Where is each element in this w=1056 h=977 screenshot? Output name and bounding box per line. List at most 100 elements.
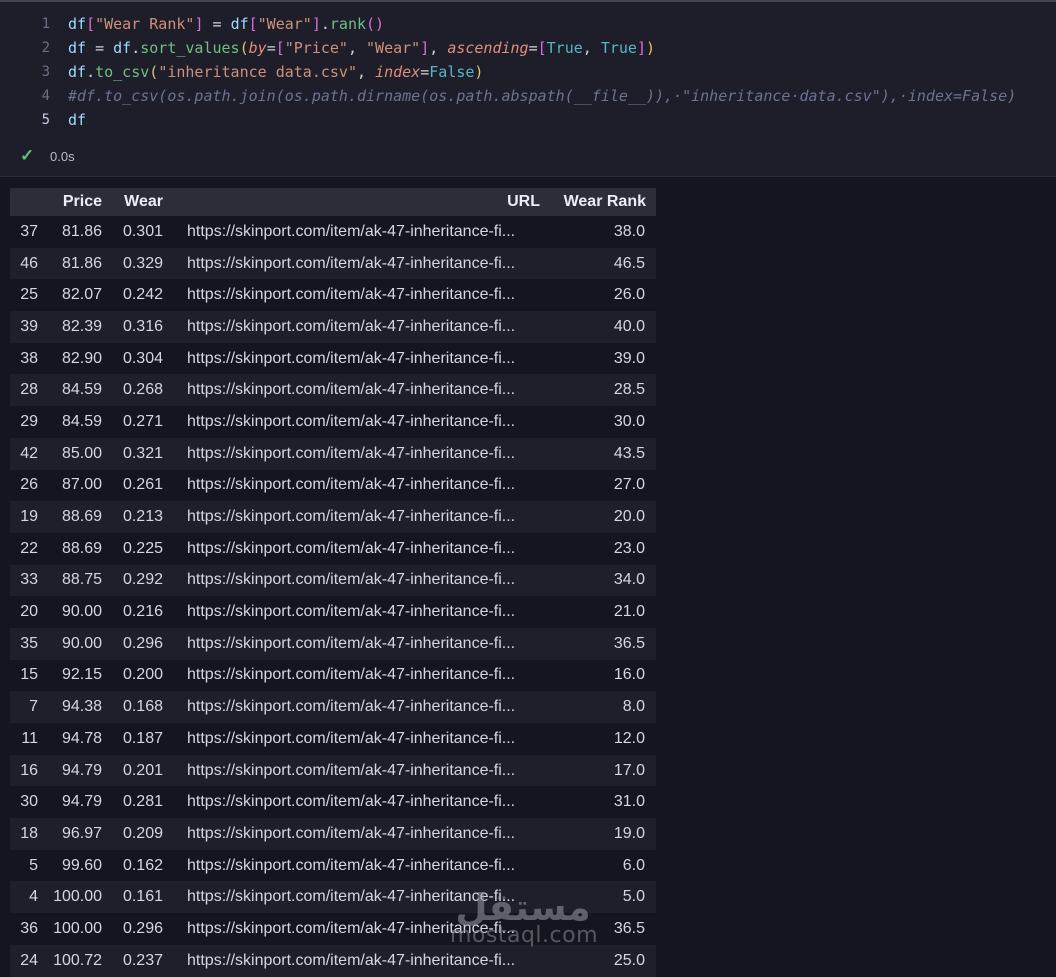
table-cell-price: 94.79 xyxy=(61,793,102,811)
table-row[interactable]: 19 88.69 0.213 https://skinport.com/item/ak… xyxy=(10,501,656,533)
table-cell-price: 85.00 xyxy=(61,444,102,462)
notebook-code-cell[interactable]: 1 df["Wear Rank"] = df["Wear"].rank() 2 df … xyxy=(0,0,1056,177)
table-row[interactable]: 28 84.59 0.268 https://skinport.com/item/ak… xyxy=(10,374,656,407)
table-cell-url: https://skinport.com/item/ak-47-inherita… xyxy=(187,286,516,304)
code-line[interactable]: 2 df = df.sort_values(by=["Price", "Wear"… xyxy=(0,36,1056,60)
success-check-icon: ✓ xyxy=(20,146,35,165)
table-row[interactable]: 46 81.86 0.329 https://skinport.com/item/ak… xyxy=(10,247,656,280)
code-token: index xyxy=(375,63,421,81)
code-token: = xyxy=(86,39,114,57)
code-line[interactable]: 3 df.to_csv("inheritance data.csv", index… xyxy=(0,60,1056,84)
code-token: , xyxy=(357,63,376,81)
table-cell-index: 22 xyxy=(20,539,38,557)
table-row[interactable]: 18 96.97 0.209 https://skinport.com/item/ak… xyxy=(10,818,656,850)
code-token: #df.to_csv(os.path.join(os.path.dirname(… xyxy=(68,87,1017,105)
table-cell-url: https://skinport.com/item/ak-47-inherita… xyxy=(187,222,516,240)
code-token: rank xyxy=(329,15,367,33)
code-line[interactable]: 4 #df.to_csv(os.path.join(os.path.dirname… xyxy=(0,84,1056,108)
table-body: 37 81.86 0.301 https://skinport.com/item/ak… xyxy=(10,216,656,977)
table-row[interactable]: 11 94.78 0.187 https://skinport.com/item/ak… xyxy=(10,723,656,755)
table-row[interactable]: 29 84.59 0.271 https://skinport.com/item/ak… xyxy=(10,406,656,438)
code-token: "inheritance data.csv" xyxy=(158,63,357,81)
code-text: #df.to_csv(os.path.join(os.path.dirname(… xyxy=(68,84,1016,108)
table-cell-price: 100.00 xyxy=(53,888,102,906)
table-row[interactable]: 36 100.00 0.296 https://skinport.com/item/a… xyxy=(10,913,656,945)
table-cell-index: 28 xyxy=(20,381,38,399)
table-cell-price: 92.15 xyxy=(61,666,102,684)
table-cell-wear: 0.329 xyxy=(122,254,163,272)
table-cell-index: 19 xyxy=(20,508,38,526)
table-cell-wear: 0.213 xyxy=(122,508,163,526)
table-cell-rank: 17.0 xyxy=(613,761,645,779)
table-cell-price: 84.59 xyxy=(61,412,102,430)
table-cell-price: 81.86 xyxy=(61,254,102,272)
code-token: . xyxy=(131,39,141,57)
table-row[interactable]: 20 90.00 0.216 https://skinport.com/item/ak… xyxy=(10,596,656,628)
table-row[interactable]: 7 94.38 0.168 https://skinport.com/item/ak-… xyxy=(10,691,656,723)
table-row[interactable]: 39 82.39 0.316 https://skinport.com/item/ak… xyxy=(10,311,656,343)
code-line[interactable]: 5 df xyxy=(0,108,1056,132)
table-cell-index: 35 xyxy=(20,634,38,652)
table-cell-wear: 0.201 xyxy=(122,761,163,779)
table-cell-rank: 19.0 xyxy=(613,824,645,842)
code-token: . xyxy=(86,63,96,81)
code-token: True xyxy=(600,39,637,57)
table-cell-url: https://skinport.com/item/ak-47-inherita… xyxy=(187,412,516,430)
table-cell-rank: 31.0 xyxy=(613,793,645,811)
header-price: Price xyxy=(62,193,102,210)
code-token: , xyxy=(429,39,448,57)
table-row[interactable]: 42 85.00 0.321 https://skinport.com/item/ak… xyxy=(10,437,656,470)
line-number: 2 xyxy=(41,40,50,56)
code-token: , xyxy=(582,39,601,57)
code-text: df = df.sort_values(by=["Price", "Wear"]… xyxy=(68,36,655,60)
execution-time: 0.0s xyxy=(50,148,75,164)
table-row[interactable]: 22 88.69 0.225 https://skinport.com/item/ak… xyxy=(10,533,656,565)
table-cell-index: 36 xyxy=(20,919,38,937)
table-cell-index: 4 xyxy=(29,888,38,906)
header-url: URL xyxy=(507,193,540,210)
table-cell-url: https://skinport.com/item/ak-47-inherita… xyxy=(187,539,516,557)
table-row[interactable]: 4 100.00 0.161 https://skinport.com/item/ak… xyxy=(10,881,656,914)
table-row[interactable]: 26 87.00 0.261 https://skinport.com/item/ak… xyxy=(10,470,656,502)
table-cell-wear: 0.296 xyxy=(122,634,163,652)
table-cell-rank: 21.0 xyxy=(613,603,645,621)
table-cell-rank: 39.0 xyxy=(613,349,645,367)
table-row[interactable]: 35 90.00 0.296 https://skinport.com/item/ak… xyxy=(10,627,656,660)
table-cell-wear: 0.161 xyxy=(122,888,163,906)
table-cell-index: 5 xyxy=(29,856,38,874)
table-cell-wear: 0.281 xyxy=(122,793,163,811)
table-row[interactable]: 30 94.79 0.281 https://skinport.com/item/ak… xyxy=(10,786,656,818)
table-row[interactable]: 16 94.79 0.201 https://skinport.com/item/ak… xyxy=(10,754,656,787)
table-cell-url: https://skinport.com/item/ak-47-inherita… xyxy=(187,476,516,494)
table-row[interactable]: 15 92.15 0.200 https://skinport.com/item/ak… xyxy=(10,660,656,692)
code-token: . xyxy=(320,15,330,33)
table-cell-price: 90.00 xyxy=(61,634,102,652)
table-cell-url: https://skinport.com/item/ak-47-inherita… xyxy=(187,729,516,747)
table-cell-rank: 8.0 xyxy=(622,698,645,716)
table-row[interactable]: 5 99.60 0.162 https://skinport.com/item/ak-… xyxy=(10,850,656,882)
code-token: [ xyxy=(275,39,285,57)
table-cell-url: https://skinport.com/item/ak-47-inherita… xyxy=(187,761,516,779)
table-cell-price: 100.00 xyxy=(53,919,102,937)
header-index xyxy=(10,188,44,216)
table-cell-price: 81.86 xyxy=(61,222,102,240)
code-token: [ xyxy=(86,15,96,33)
table-cell-url: https://skinport.com/item/ak-47-inherita… xyxy=(187,888,516,906)
code-token: df xyxy=(68,15,87,33)
table-row[interactable]: 37 81.86 0.301 https://skinport.com/item/ak… xyxy=(10,216,656,248)
code-line[interactable]: 1 df["Wear Rank"] = df["Wear"].rank() xyxy=(0,12,1056,36)
code-token: "Wear" xyxy=(366,39,421,57)
table-cell-wear: 0.209 xyxy=(122,824,163,842)
table-cell-price: 87.00 xyxy=(61,476,102,494)
table-cell-index: 39 xyxy=(20,317,38,335)
table-cell-url: https://skinport.com/item/ak-47-inherita… xyxy=(187,793,516,811)
table-row[interactable]: 25 82.07 0.242 https://skinport.com/item/ak… xyxy=(10,279,656,311)
table-row[interactable]: 33 88.75 0.292 https://skinport.com/item/ak… xyxy=(10,564,656,597)
table-cell-wear: 0.168 xyxy=(122,698,163,716)
table-cell-price: 88.69 xyxy=(61,539,102,557)
table-cell-url: https://skinport.com/item/ak-47-inherita… xyxy=(187,666,516,684)
table-row[interactable]: 38 82.90 0.304 https://skinport.com/item/ak… xyxy=(10,343,656,375)
table-cell-rank: 16.0 xyxy=(613,666,645,684)
table-cell-url: https://skinport.com/item/ak-47-inherita… xyxy=(187,824,516,842)
code-area[interactable]: 1 df["Wear Rank"] = df["Wear"].rank() 2 df … xyxy=(0,2,1056,132)
